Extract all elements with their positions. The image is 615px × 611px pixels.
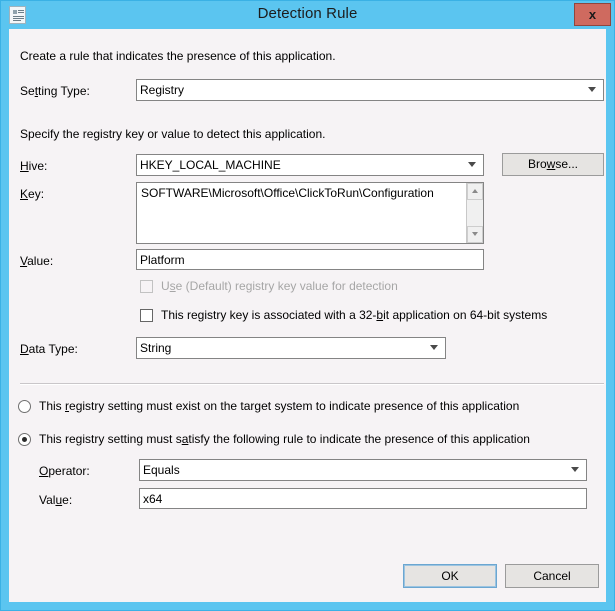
- radio-must-satisfy[interactable]: [18, 433, 31, 446]
- value-label: Value:: [20, 254, 54, 268]
- operator-value: Equals: [143, 463, 180, 477]
- hive-label: Hive:: [20, 159, 48, 173]
- setting-type-label: Setting Type:: [20, 84, 90, 98]
- operator-label: Operator:: [39, 464, 90, 478]
- radio-must-exist-label[interactable]: This registry setting must exist on the …: [39, 399, 519, 413]
- chevron-down-icon: [571, 467, 579, 472]
- data-type-combobox[interactable]: String: [136, 337, 446, 359]
- browse-button[interactable]: Browse...: [502, 153, 604, 176]
- chevron-down-icon: [468, 162, 476, 167]
- scroll-down-icon[interactable]: [467, 226, 483, 243]
- intro-text-1: Create a rule that indicates the presenc…: [20, 49, 336, 63]
- data-type-label: Data Type:: [20, 342, 78, 356]
- operator-combobox[interactable]: Equals: [139, 459, 587, 481]
- value-input[interactable]: Platform: [136, 249, 484, 270]
- radio-must-satisfy-label[interactable]: This registry setting must satisfy the f…: [39, 432, 530, 446]
- rule-value-label: Value:: [39, 493, 73, 507]
- hive-value: HKEY_LOCAL_MACHINE: [140, 158, 281, 172]
- wow64-checkbox[interactable]: [140, 309, 153, 322]
- data-type-value: String: [140, 341, 172, 355]
- section-divider: [20, 383, 604, 385]
- intro-text-2: Specify the registry key or value to det…: [20, 127, 326, 141]
- scroll-up-icon[interactable]: [467, 183, 483, 200]
- close-button[interactable]: x: [574, 3, 611, 26]
- ok-button[interactable]: OK: [403, 564, 497, 588]
- wow64-checkbox-label[interactable]: This registry key is associated with a 3…: [161, 308, 547, 322]
- rule-value-input[interactable]: x64: [139, 488, 587, 509]
- radio-must-exist[interactable]: [18, 400, 31, 413]
- key-label: Key:: [20, 187, 45, 201]
- setting-type-combobox[interactable]: Registry: [136, 79, 604, 101]
- key-scrollbar[interactable]: [466, 183, 483, 243]
- key-textarea[interactable]: SOFTWARE\Microsoft\Office\ClickToRun\Con…: [136, 182, 484, 244]
- titlebar: Detection Rule x: [1, 1, 614, 29]
- setting-type-value: Registry: [140, 83, 185, 97]
- radio-selected-dot: [22, 437, 27, 442]
- use-default-checkbox: [140, 280, 153, 293]
- dialog-body: Create a rule that indicates the presenc…: [9, 29, 606, 602]
- hive-combobox[interactable]: HKEY_LOCAL_MACHINE: [136, 154, 484, 176]
- use-default-checkbox-label: Use (Default) registry key value for det…: [161, 279, 398, 293]
- chevron-down-icon: [588, 87, 596, 92]
- detection-rule-dialog: Detection Rule x Create a rule that indi…: [0, 0, 615, 611]
- key-value: SOFTWARE\Microsoft\Office\ClickToRun\Con…: [141, 186, 434, 200]
- window-title: Detection Rule: [257, 5, 358, 22]
- cancel-button[interactable]: Cancel: [505, 564, 599, 588]
- chevron-down-icon: [430, 345, 438, 350]
